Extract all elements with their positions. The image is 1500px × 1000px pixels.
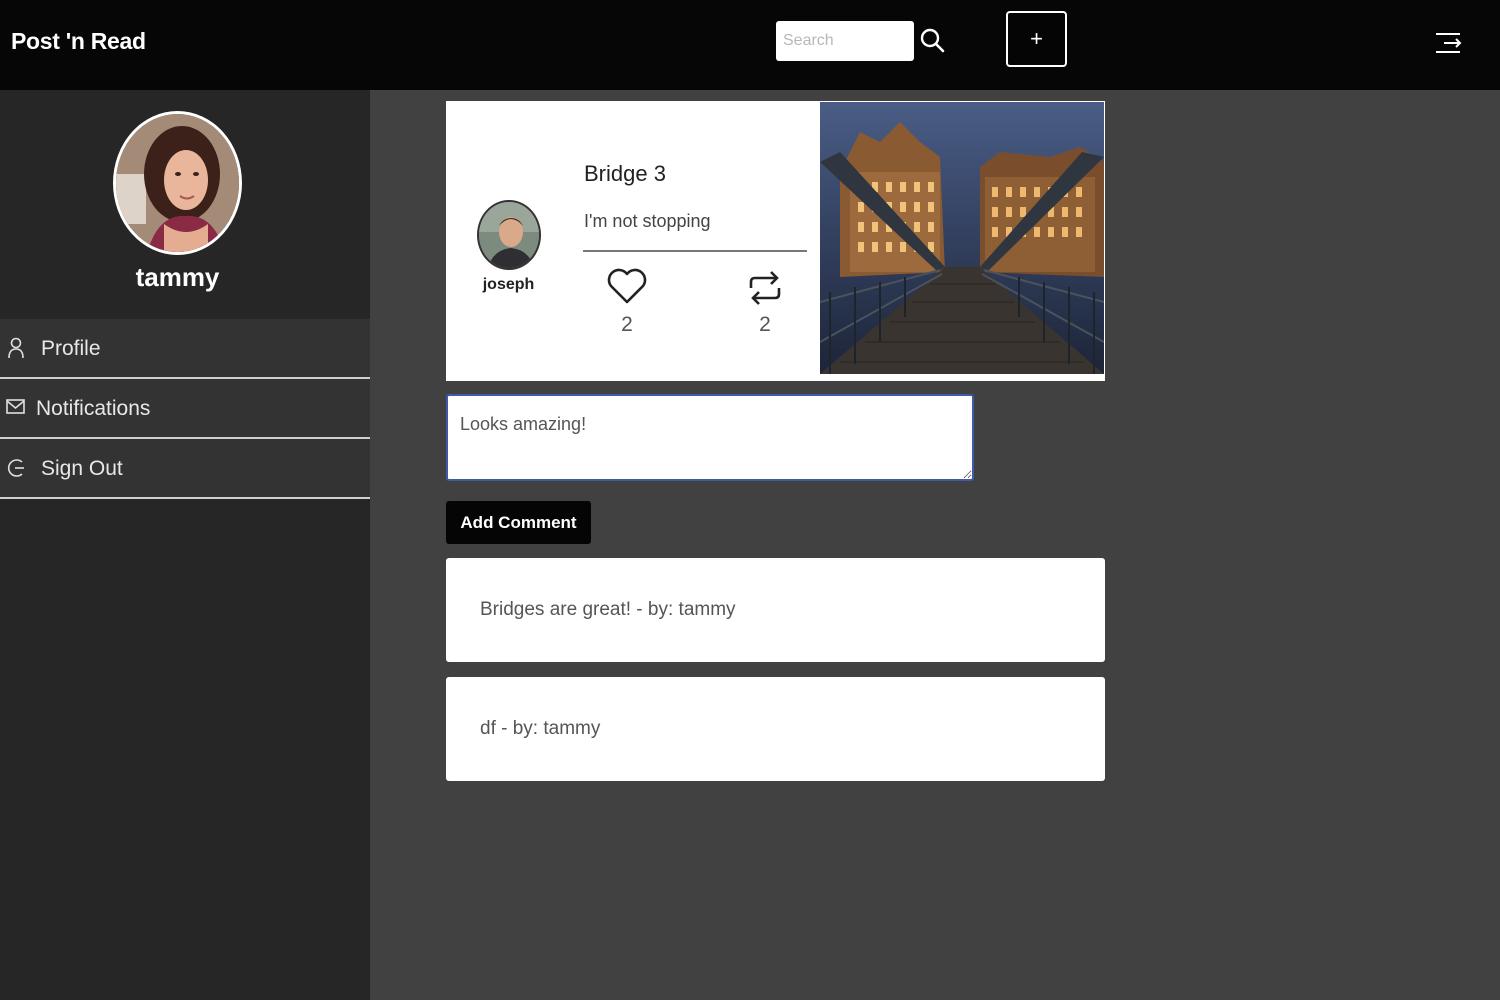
repost-count: 2: [759, 313, 771, 336]
post-image[interactable]: [820, 102, 1104, 374]
menu-icon: [1436, 33, 1462, 53]
author-name[interactable]: joseph: [456, 276, 561, 294]
add-comment-button[interactable]: Add Comment: [446, 501, 591, 544]
sidebar-item-label: Notifications: [36, 397, 151, 420]
post-divider: [583, 250, 807, 252]
comment-card: Bridges are great! - by: tammy: [446, 558, 1105, 662]
top-bar: Post 'n Read +: [0, 0, 1500, 90]
sidebar-username: tammy: [135, 262, 220, 292]
repost-button[interactable]: [745, 268, 785, 308]
post-body: I'm not stopping: [584, 211, 711, 231]
like-button[interactable]: [606, 266, 648, 306]
mail-icon: [6, 399, 25, 414]
new-post-button[interactable]: +: [1006, 11, 1067, 67]
sidebar-item-notifications[interactable]: Notifications: [0, 379, 370, 439]
post-title: Bridge 3: [584, 161, 666, 186]
sidebar: tammy Profile Notifications Sign Out: [0, 90, 370, 1000]
like-count: 2: [621, 313, 633, 336]
heart-icon: [607, 268, 647, 304]
sidebar-item-label: Sign Out: [41, 457, 123, 480]
author-avatar[interactable]: [477, 200, 541, 270]
menu-button[interactable]: [1432, 28, 1464, 58]
sidebar-item-sign-out[interactable]: Sign Out: [0, 439, 370, 499]
sign-out-icon: [7, 459, 24, 477]
search-icon: [920, 28, 945, 53]
profile-block: tammy: [0, 90, 370, 319]
comment-text: Bridges are great! - by: tammy: [480, 599, 736, 620]
sidebar-nav: Profile Notifications Sign Out: [0, 319, 370, 499]
comment-input[interactable]: Looks amazing!: [446, 394, 974, 481]
user-avatar-image: [116, 114, 239, 252]
user-avatar[interactable]: [113, 111, 242, 255]
sidebar-item-profile[interactable]: Profile: [0, 319, 370, 379]
sidebar-item-label: Profile: [41, 337, 101, 360]
bridge-photo: [820, 102, 1104, 374]
author-avatar-image: [479, 202, 539, 268]
comment-card: df - by: tammy: [446, 677, 1105, 781]
comment-text: df - by: tammy: [480, 718, 601, 739]
search-button[interactable]: [919, 26, 947, 56]
post-card: joseph Bridge 3 I'm not stopping 2 2: [446, 101, 1105, 381]
search-input[interactable]: [776, 21, 914, 61]
repost-icon: [749, 271, 781, 305]
user-icon: [8, 337, 24, 359]
brand-logo[interactable]: Post 'n Read: [11, 28, 146, 55]
